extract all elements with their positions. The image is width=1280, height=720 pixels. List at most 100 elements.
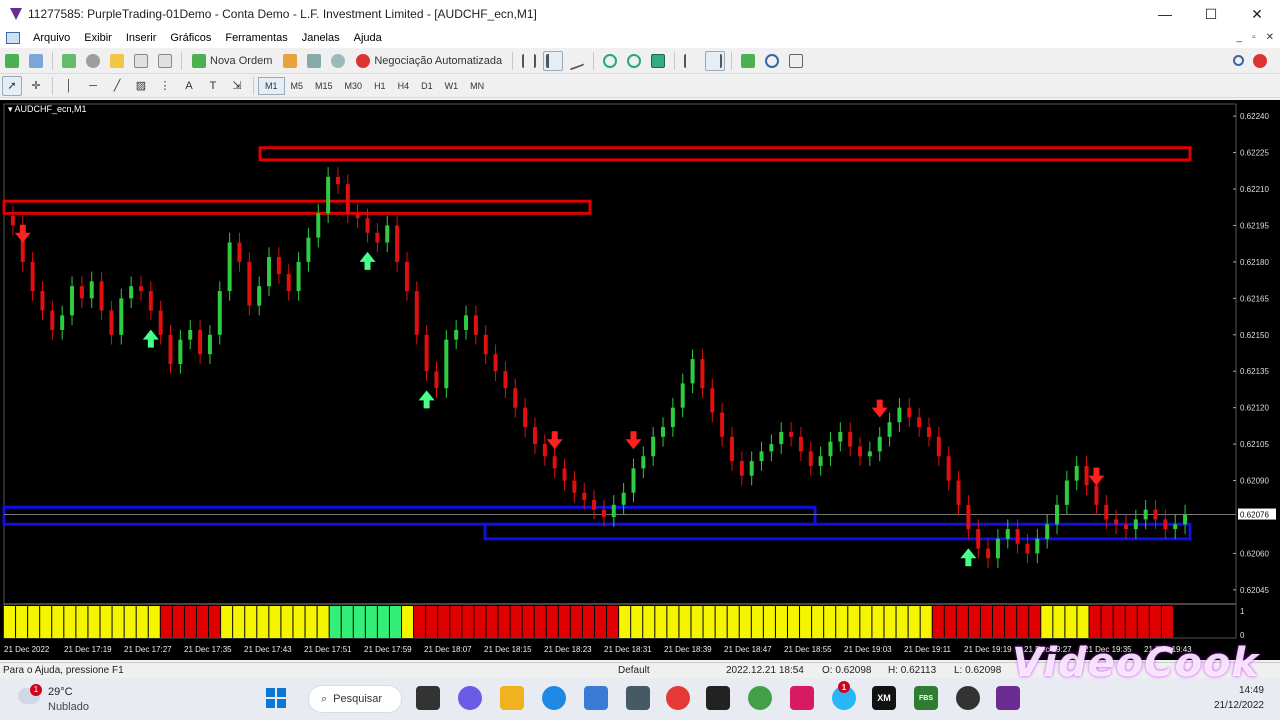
profiles-button[interactable] [26,51,46,71]
candle-body [326,176,331,214]
terminal-button[interactable] [131,51,151,71]
weather-widget[interactable]: 1 29°C Nublado [18,682,118,716]
metatrader-icon[interactable] [996,686,1020,710]
text-tool[interactable]: A [179,76,199,96]
timeframe-w1[interactable]: W1 [439,77,465,95]
mdi-minimize-button[interactable]: _ [1237,28,1243,48]
timeframe-mn[interactable]: MN [464,77,490,95]
indicator-bar [365,606,377,638]
timeframe-h1[interactable]: H1 [368,77,392,95]
channel-tool[interactable]: ▨ [131,76,151,96]
strategy-tester-button[interactable] [155,51,175,71]
indicator-bar [968,606,980,638]
indicators-button[interactable] [738,51,758,71]
tile-windows-button[interactable] [648,51,668,71]
menu-arquivo[interactable]: Arquivo [26,32,77,44]
bar-chart-button[interactable] [519,51,539,71]
auto-trading-button[interactable]: Negociação Automatizada [352,51,506,71]
menu-janelas[interactable]: Janelas [295,32,347,44]
search-button[interactable] [1228,51,1248,71]
chart-canvas[interactable]: 0.62240 0.62225 0.62210 0.62195 0.62180 0.621… [0,100,1280,660]
timeframe-m5[interactable]: M5 [285,77,310,95]
new-order-button[interactable]: Nova Ordem [188,51,276,71]
candle-body [503,371,508,389]
cursor-tool[interactable]: ➚ [2,75,22,96]
candle-body [286,274,291,292]
crosshair-tool[interactable]: ✛ [26,76,46,96]
periods-button[interactable] [762,51,782,71]
indicator-bar [1065,606,1077,638]
app-misc-icon[interactable] [956,686,980,710]
indicator-bar [269,606,281,638]
instagram-icon[interactable] [790,686,814,710]
mdi-close-button[interactable]: ✕ [1266,28,1274,48]
start-button[interactable] [264,686,288,710]
indicator-bar [546,606,558,638]
indicator-bar [414,606,426,638]
horizontal-line-tool[interactable]: ─ [83,76,103,96]
mdi-restore-button[interactable]: ▫ [1252,28,1256,48]
windows-logo-icon [266,688,286,708]
window-controls: — ☐ ✕ [1142,0,1280,28]
edge-icon[interactable] [542,686,566,710]
chrome-icon[interactable] [748,686,772,710]
candle-body [542,444,547,457]
notifications-button[interactable] [1250,51,1270,71]
candle-body [690,359,695,384]
calculator-icon[interactable] [626,686,650,710]
zoom-in-button[interactable] [600,51,620,71]
timeframe-m15[interactable]: M15 [309,77,339,95]
timeframe-d1[interactable]: D1 [415,77,439,95]
file-explorer-icon[interactable] [500,686,524,710]
templates-button[interactable] [786,51,806,71]
task-view-icon[interactable] [416,686,440,710]
maximize-button[interactable]: ☐ [1188,0,1234,28]
taskbar-search[interactable]: ⌕ Pesquisar [308,685,402,713]
opera-icon[interactable] [666,686,690,710]
app-lightning-icon[interactable] [706,686,730,710]
menu-graficos[interactable]: Gráficos [163,32,218,44]
label-tool[interactable]: T [203,76,223,96]
metaeditor-button[interactable] [280,51,300,71]
data-window-button[interactable] [107,51,127,71]
menu-ajuda[interactable]: Ajuda [347,32,389,44]
fbs-app[interactable]: FBS [914,686,938,710]
indicator-bar [872,606,884,638]
indicator-bar [341,606,353,638]
chart-shift-button[interactable] [705,50,726,71]
zoom-out-button[interactable] [624,51,644,71]
timeframe-h4[interactable]: H4 [392,77,416,95]
menu-exibir[interactable]: Exibir [77,32,119,44]
system-clock[interactable]: 14:49 21/12/2022 [1214,683,1264,713]
chat-icon[interactable] [458,686,482,710]
fibonacci-tool[interactable]: ⋮ [155,76,175,96]
vertical-line-icon: │ [65,79,73,92]
line-chart-button[interactable] [567,50,587,71]
arrows-tool[interactable]: ⇲ [227,76,247,96]
store-icon[interactable] [584,686,608,710]
signals-button[interactable] [304,51,324,71]
candle-body [217,291,222,335]
auto-scroll-button[interactable] [681,51,701,71]
menu-inserir[interactable]: Inserir [119,32,164,44]
chart-window-icon[interactable] [6,32,20,44]
drawing-toolbar: ➚ ✛ │ ─ ╱ ▨ ⋮ A T ⇲ M1 M5 M15 M30 H1 H4 … [0,74,1280,98]
minimize-button[interactable]: — [1142,0,1188,28]
candle-body [188,329,193,340]
new-chart-button[interactable] [2,51,22,71]
market-button[interactable] [328,51,348,71]
indicator-bar [28,606,40,638]
weather-condition: Nublado [48,701,89,713]
price-chart[interactable]: 0.62240 0.62225 0.62210 0.62195 0.62180 0.621… [0,100,1280,660]
trendline-tool[interactable]: ╱ [107,76,127,96]
timeframe-m1[interactable]: M1 [258,76,285,95]
vertical-line-tool[interactable]: │ [59,76,79,96]
navigator-button[interactable] [83,51,103,71]
menu-ferramentas[interactable]: Ferramentas [218,32,294,44]
market-watch-button[interactable] [59,51,79,71]
xm-app[interactable]: XM [872,686,896,710]
resistance-zone [2,199,592,215]
timeframe-m30[interactable]: M30 [339,77,369,95]
candlestick-button[interactable] [543,50,564,71]
close-button[interactable]: ✕ [1234,0,1280,28]
